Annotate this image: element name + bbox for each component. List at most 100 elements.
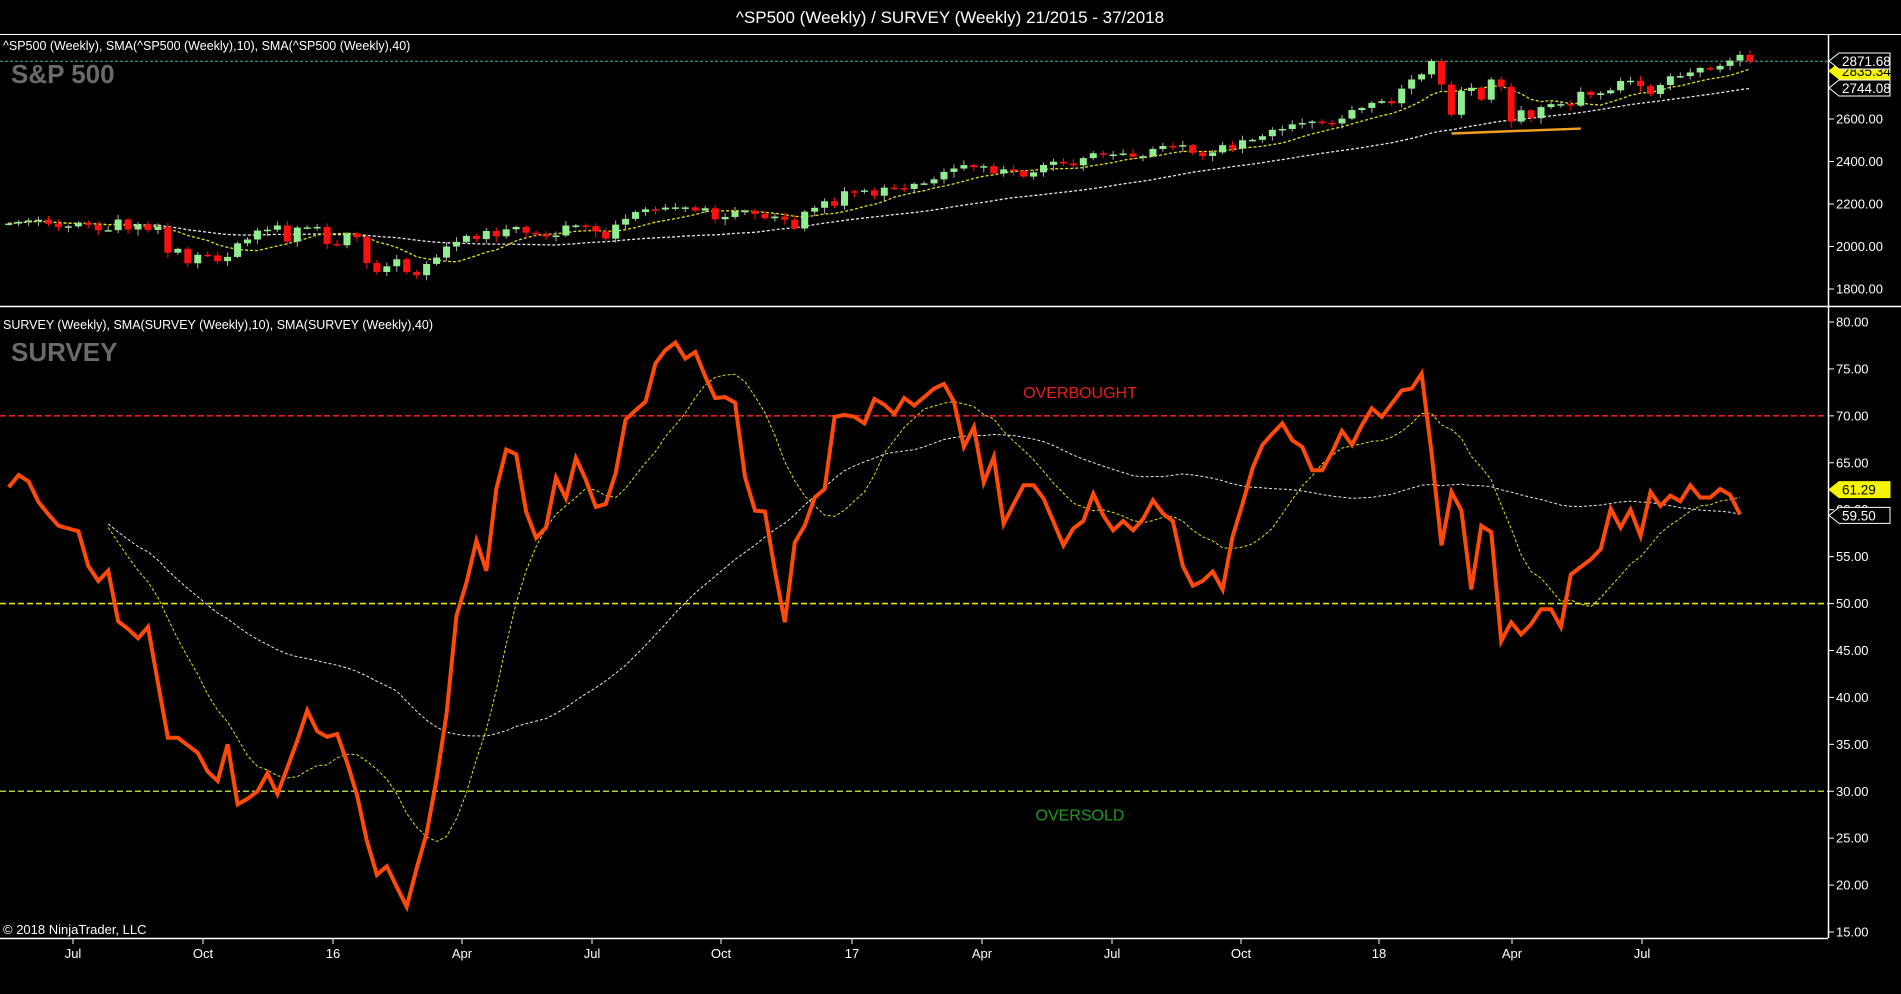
candle (1507, 83, 1515, 128)
candle (1447, 81, 1455, 117)
candle-body (443, 246, 450, 258)
candle-body (174, 248, 182, 253)
candle-body (1069, 163, 1077, 166)
survey-last-marker-text: 59.50 (1842, 508, 1876, 523)
time-axis-label: 18 (1372, 946, 1386, 961)
price-sma40-marker-text: 2744.08 (1842, 81, 1891, 96)
candle-body (1447, 84, 1455, 115)
candle-body (154, 226, 162, 230)
candle-body (1686, 72, 1694, 77)
candle-body (1119, 153, 1127, 155)
candle-body (363, 237, 371, 264)
candle-body (1209, 152, 1217, 156)
survey-axis-label: 50.00 (1836, 596, 1869, 611)
candle-body (1716, 65, 1724, 70)
candle (403, 257, 411, 275)
candle-body (333, 243, 341, 246)
candle-body (910, 183, 918, 189)
candle-body (263, 229, 271, 232)
candle-body (1179, 145, 1187, 147)
candle-body (711, 208, 719, 220)
candle-body (1527, 110, 1535, 119)
candle-body (821, 201, 829, 208)
candle-body (413, 272, 421, 276)
candle-body (671, 207, 679, 209)
candle-body (502, 229, 510, 237)
candle-body (970, 165, 978, 168)
time-axis-label: Jul (1104, 946, 1121, 961)
candle-body (1040, 164, 1047, 173)
candle-body (751, 210, 759, 214)
candle-body (1079, 158, 1087, 166)
candle-body (1666, 76, 1674, 85)
candle-body (592, 226, 600, 232)
candle-body (860, 190, 868, 192)
candle-body (283, 225, 291, 242)
candle-body (1388, 101, 1396, 104)
survey-axis-label: 70.00 (1836, 408, 1869, 423)
candle-body (1408, 79, 1416, 89)
chart-title: ^SP500 (Weekly) / SURVEY (Weekly) 21/201… (736, 8, 1164, 27)
candle-body (1328, 122, 1336, 125)
time-axis-label: Jul (584, 946, 601, 961)
candle-body (532, 232, 540, 235)
candle-body (841, 191, 848, 206)
candle-body (691, 207, 699, 211)
candle-body (1338, 118, 1346, 124)
candle-body (1318, 121, 1326, 124)
candle-body (940, 171, 948, 180)
candle-body (1169, 145, 1177, 148)
candle-body (642, 209, 649, 213)
candle-body (1696, 68, 1704, 73)
candle-body (1368, 102, 1376, 108)
price-last-marker: 2871.68 (1828, 52, 1891, 70)
survey-sma10-marker: 61.29 (1828, 481, 1891, 499)
candle-body (1706, 68, 1714, 70)
candle-body (1308, 121, 1316, 124)
candle-body (1258, 136, 1266, 140)
candle-body (462, 235, 470, 242)
candle-body (572, 225, 580, 227)
candle-body (870, 190, 878, 196)
candle-body (1010, 169, 1018, 171)
candle-body (632, 212, 640, 219)
candle-body (1567, 104, 1575, 106)
candle-body (562, 225, 570, 236)
candle-body (761, 213, 769, 219)
candle (1457, 86, 1465, 119)
candle-body (1656, 85, 1664, 94)
candle-body (1726, 60, 1734, 66)
candle-body (920, 183, 928, 185)
candle-body (104, 230, 112, 232)
candle-body (45, 219, 52, 224)
candle-body (582, 225, 590, 227)
candle-body (94, 224, 102, 231)
time-axis-label: Oct (711, 946, 732, 961)
candle-body (602, 231, 610, 239)
candle-body (273, 225, 281, 230)
candle-body (880, 187, 888, 196)
price-panel-legend: ^SP500 (Weekly), SMA(^SP500 (Weekly),10)… (3, 39, 410, 53)
candle (1487, 77, 1495, 103)
candle-body (74, 223, 82, 227)
candle-body (960, 165, 968, 169)
candle-body (114, 219, 122, 231)
survey-axis-label: 65.00 (1836, 455, 1869, 470)
candle-body (253, 230, 261, 240)
candle-body (343, 233, 351, 246)
candle-body (1358, 107, 1366, 111)
candle-body (1219, 145, 1227, 153)
candle (1477, 86, 1485, 102)
candle-body (741, 210, 749, 213)
candle-body (1159, 145, 1167, 149)
candle-body (801, 211, 809, 229)
candle-body (54, 223, 62, 227)
price-sma40-marker: 2744.08 (1828, 79, 1891, 97)
candle-body (1507, 86, 1515, 122)
candle-body (1497, 79, 1505, 87)
survey-panel-watermark: SURVEY (11, 337, 117, 367)
candle-body (1059, 161, 1067, 164)
candle-body (1487, 79, 1495, 100)
candle-body (194, 254, 202, 264)
time-axis-label: Jul (1634, 946, 1651, 961)
